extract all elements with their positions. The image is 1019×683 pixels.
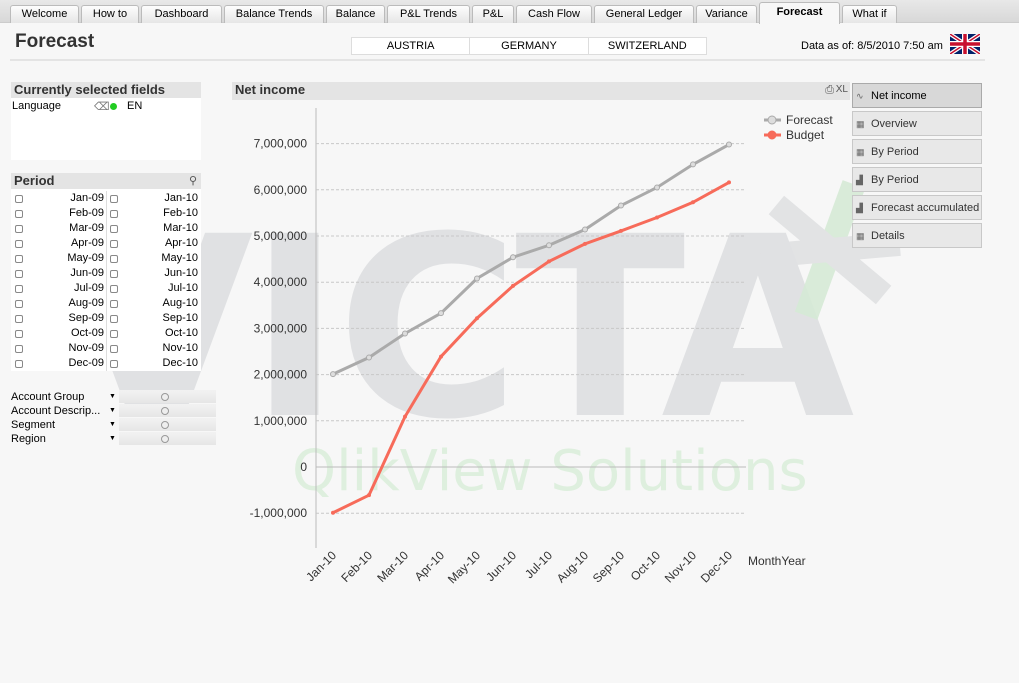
table-icon: ▦: [856, 147, 865, 157]
data-point-budget: [727, 180, 731, 185]
y-tick-label: 1,000,000: [254, 414, 308, 428]
data-point-forecast: [402, 330, 408, 337]
x-tick-label: Nov-10: [662, 548, 699, 585]
y-tick-label: 7,000,000: [254, 137, 308, 151]
data-point-budget: [547, 259, 551, 264]
legend-marker-forecast: [767, 115, 777, 125]
data-point-budget: [439, 354, 443, 359]
series-line-forecast: [332, 143, 730, 376]
button-label: Forecast accumulated: [871, 202, 980, 214]
data-point-budget: [583, 241, 587, 246]
table-icon: ▦: [856, 231, 865, 241]
legend-marker-budget: [767, 130, 777, 140]
button-label: Overview: [871, 118, 917, 130]
data-point-budget: [691, 200, 695, 205]
x-tick-label: Dec-10: [698, 548, 735, 585]
data-point-budget: [331, 510, 335, 515]
data-point-forecast: [438, 310, 444, 317]
x-tick-label: Jun-10: [483, 548, 519, 584]
x-tick-label: Apr-10: [412, 548, 448, 584]
data-point-forecast: [546, 242, 552, 249]
x-tick-label: Aug-10: [554, 548, 591, 585]
data-point-forecast: [330, 371, 336, 378]
button-label: Net income: [871, 90, 927, 102]
data-point-budget: [655, 215, 659, 220]
y-tick-label: 4,000,000: [254, 275, 308, 289]
x-tick-label: Feb-10: [338, 548, 375, 585]
data-point-forecast: [618, 202, 624, 209]
button-label: By Period: [871, 174, 919, 186]
data-point-forecast: [366, 354, 372, 361]
y-tick-label: 3,000,000: [254, 321, 308, 335]
line-chart-icon: ∿: [856, 91, 864, 101]
data-point-forecast: [726, 141, 732, 148]
button-by-period[interactable]: ▦ By Period: [852, 139, 982, 164]
data-point-budget: [367, 493, 371, 498]
legend-label: Forecast: [786, 113, 833, 127]
y-tick-label: 0: [300, 460, 307, 474]
x-tick-label: Mar-10: [374, 548, 411, 585]
y-tick-label: 5,000,000: [254, 229, 308, 243]
bar-chart-icon: ▟: [856, 203, 863, 213]
button-by-period[interactable]: ▟ By Period: [852, 167, 982, 192]
x-axis-label: MonthYear: [748, 554, 806, 568]
data-point-budget: [475, 316, 479, 321]
data-point-forecast: [690, 161, 696, 168]
x-tick-label: Jul-10: [522, 548, 555, 581]
legend-label: Budget: [786, 128, 825, 142]
data-point-budget: [403, 414, 407, 419]
data-point-forecast: [474, 275, 480, 282]
button-details[interactable]: ▦ Details: [852, 223, 982, 248]
x-tick-label: Jan-10: [303, 548, 339, 584]
data-point-forecast: [582, 226, 588, 233]
data-point-forecast: [654, 184, 660, 191]
series-line-budget: [332, 181, 730, 515]
data-point-budget: [511, 283, 515, 288]
button-forecast-accumulated[interactable]: ▟ Forecast accumulated: [852, 195, 982, 220]
button-label: By Period: [871, 146, 919, 158]
y-tick-label: -1,000,000: [250, 506, 308, 520]
bar-chart-icon: ▟: [856, 175, 863, 185]
button-label: Details: [871, 230, 905, 242]
data-point-budget: [619, 228, 623, 233]
table-icon: ▦: [856, 119, 865, 129]
y-tick-label: 2,000,000: [254, 368, 308, 382]
x-tick-label: Oct-10: [628, 548, 664, 584]
y-tick-label: 6,000,000: [254, 183, 308, 197]
x-tick-label: Sep-10: [590, 548, 627, 585]
button-overview[interactable]: ▦ Overview: [852, 111, 982, 136]
data-point-forecast: [510, 254, 516, 261]
button-net-income[interactable]: ∿ Net income: [852, 83, 982, 108]
x-tick-label: May-10: [445, 548, 483, 586]
